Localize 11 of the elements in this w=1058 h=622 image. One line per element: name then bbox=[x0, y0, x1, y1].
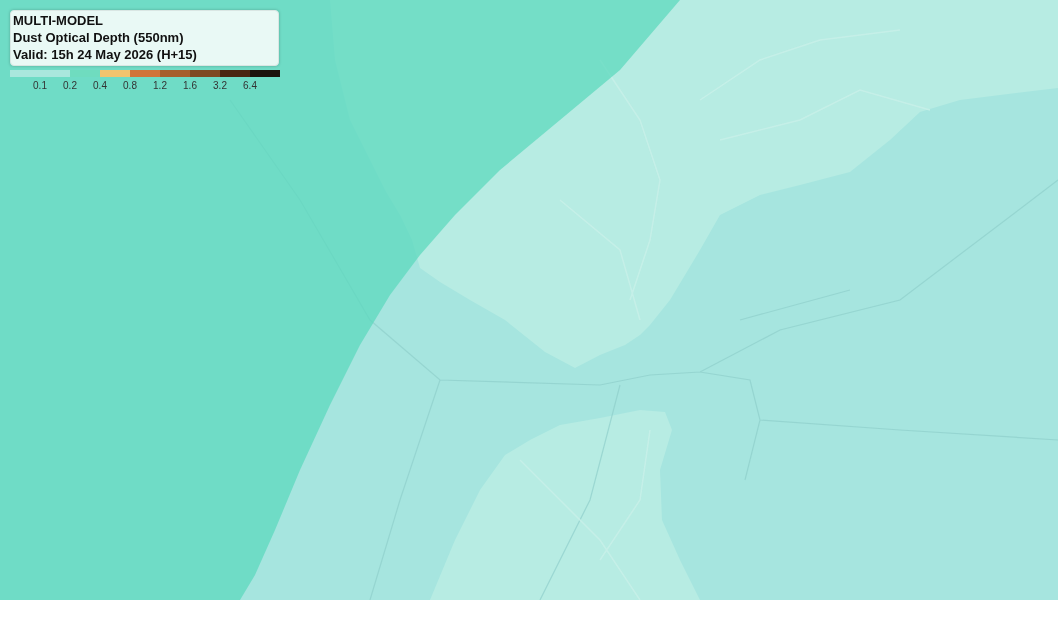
tick-label: 0.8 bbox=[123, 80, 137, 92]
tick-label: 6.4 bbox=[243, 80, 257, 92]
tick-label: 0.4 bbox=[93, 80, 107, 92]
legend-title: MULTI-MODEL bbox=[13, 12, 104, 29]
tick-label: 0.1 bbox=[33, 80, 47, 92]
legend-subtitle: Dust Optical Depth (550nm) bbox=[13, 29, 184, 46]
tick-label: 1.6 bbox=[183, 80, 197, 92]
valid-time-text: Valid: 15h 24 May 2026 (H+15) bbox=[13, 46, 197, 63]
tick-label: 1.2 bbox=[153, 80, 167, 92]
tick-label: 0.2 bbox=[63, 80, 77, 92]
tick-label: 3.2 bbox=[213, 80, 227, 92]
